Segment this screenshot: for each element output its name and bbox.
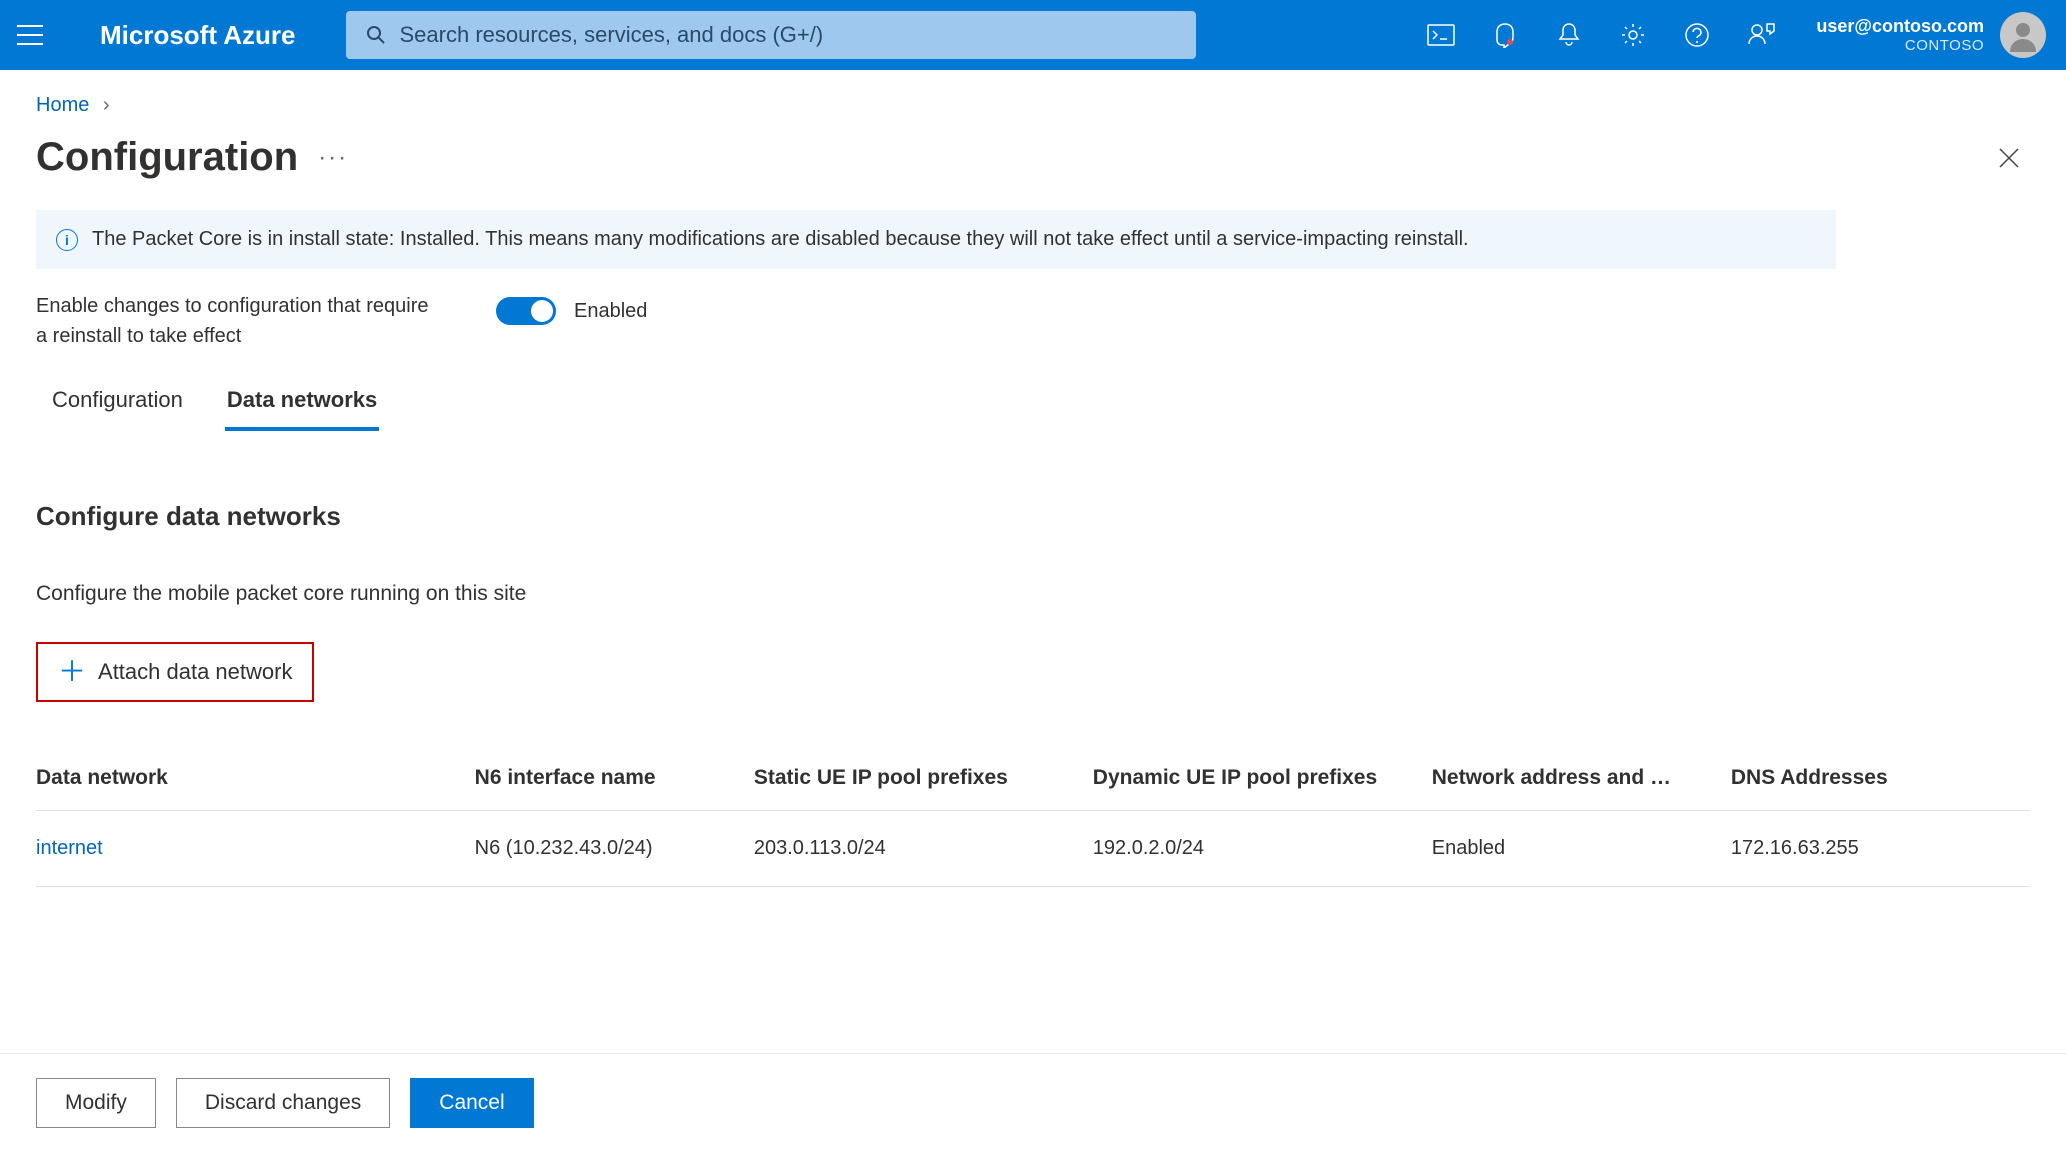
discard-button[interactable]: Discard changes xyxy=(176,1078,390,1128)
cell-n6: N6 (10.232.43.0/24) xyxy=(475,811,754,887)
plus-icon: ＋ xyxy=(58,658,86,686)
feedback-icon[interactable] xyxy=(1746,20,1776,50)
user-org: CONTOSO xyxy=(1816,37,1984,54)
col-static-prefixes[interactable]: Static UE IP pool prefixes xyxy=(754,748,1093,811)
table-row[interactable]: internet N6 (10.232.43.0/24) 203.0.113.0… xyxy=(36,811,2030,887)
tab-data-networks[interactable]: Data networks xyxy=(225,381,379,431)
info-icon: i xyxy=(56,229,78,251)
hamburger-icon xyxy=(17,25,43,45)
close-icon xyxy=(1998,147,2020,169)
page-title: Configuration xyxy=(36,135,298,180)
hamburger-menu[interactable] xyxy=(0,0,60,70)
person-icon xyxy=(2006,18,2040,52)
chevron-right-icon: › xyxy=(103,94,110,116)
reinstall-toggle-row: Enable changes to configuration that req… xyxy=(36,269,2030,381)
section-desc: Configure the mobile packet core running… xyxy=(36,582,2030,606)
bottom-action-bar: Modify Discard changes Cancel xyxy=(0,1053,2066,1152)
tab-configuration[interactable]: Configuration xyxy=(50,381,185,431)
copilot-icon[interactable] xyxy=(1490,20,1520,50)
help-icon[interactable] xyxy=(1682,20,1712,50)
tabs: Configuration Data networks xyxy=(36,381,2030,431)
info-banner: i The Packet Core is in install state: I… xyxy=(36,210,1836,269)
breadcrumb-home[interactable]: Home xyxy=(36,94,89,116)
col-n6[interactable]: N6 interface name xyxy=(475,748,754,811)
cell-nat: Enabled xyxy=(1432,811,1731,887)
search-box[interactable] xyxy=(346,11,1196,59)
user-email: user@contoso.com xyxy=(1816,16,1984,37)
cell-dns: 172.16.63.255 xyxy=(1731,811,2030,887)
settings-icon[interactable] xyxy=(1618,20,1648,50)
breadcrumb: Home › xyxy=(0,70,2066,125)
top-header: Microsoft Azure user@contoso.com CONTOSO xyxy=(0,0,2066,70)
search-input[interactable] xyxy=(400,22,1176,48)
header-icons xyxy=(1426,20,1776,50)
brand[interactable]: Microsoft Azure xyxy=(60,20,326,51)
more-menu-icon[interactable]: ··· xyxy=(318,144,348,172)
section-title: Configure data networks xyxy=(36,501,2030,532)
avatar[interactable] xyxy=(2000,12,2046,58)
search-icon xyxy=(366,25,386,45)
col-data-network[interactable]: Data network xyxy=(36,748,475,811)
close-button[interactable] xyxy=(1988,147,2030,169)
page-title-row: Configuration ··· xyxy=(0,125,2066,210)
col-nat[interactable]: Network address and … xyxy=(1432,748,1731,811)
reinstall-toggle-state: Enabled xyxy=(574,300,647,323)
cell-dynamic: 192.0.2.0/24 xyxy=(1093,811,1432,887)
cloud-shell-icon[interactable] xyxy=(1426,20,1456,50)
data-network-link[interactable]: internet xyxy=(36,837,103,859)
reinstall-toggle[interactable] xyxy=(496,297,556,325)
user-account[interactable]: user@contoso.com CONTOSO xyxy=(1816,12,2046,58)
cancel-button[interactable]: Cancel xyxy=(410,1078,533,1128)
cell-static: 203.0.113.0/24 xyxy=(754,811,1093,887)
notifications-icon[interactable] xyxy=(1554,20,1584,50)
info-banner-text: The Packet Core is in install state: Ins… xyxy=(92,228,1469,251)
attach-data-network-button[interactable]: ＋ Attach data network xyxy=(36,642,314,702)
col-dynamic-prefixes[interactable]: Dynamic UE IP pool prefixes xyxy=(1093,748,1432,811)
col-dns[interactable]: DNS Addresses xyxy=(1731,748,2030,811)
data-networks-table: Data network N6 interface name Static UE… xyxy=(36,748,2030,887)
modify-button[interactable]: Modify xyxy=(36,1078,156,1128)
reinstall-toggle-label: Enable changes to configuration that req… xyxy=(36,291,436,351)
attach-button-label: Attach data network xyxy=(98,659,292,685)
